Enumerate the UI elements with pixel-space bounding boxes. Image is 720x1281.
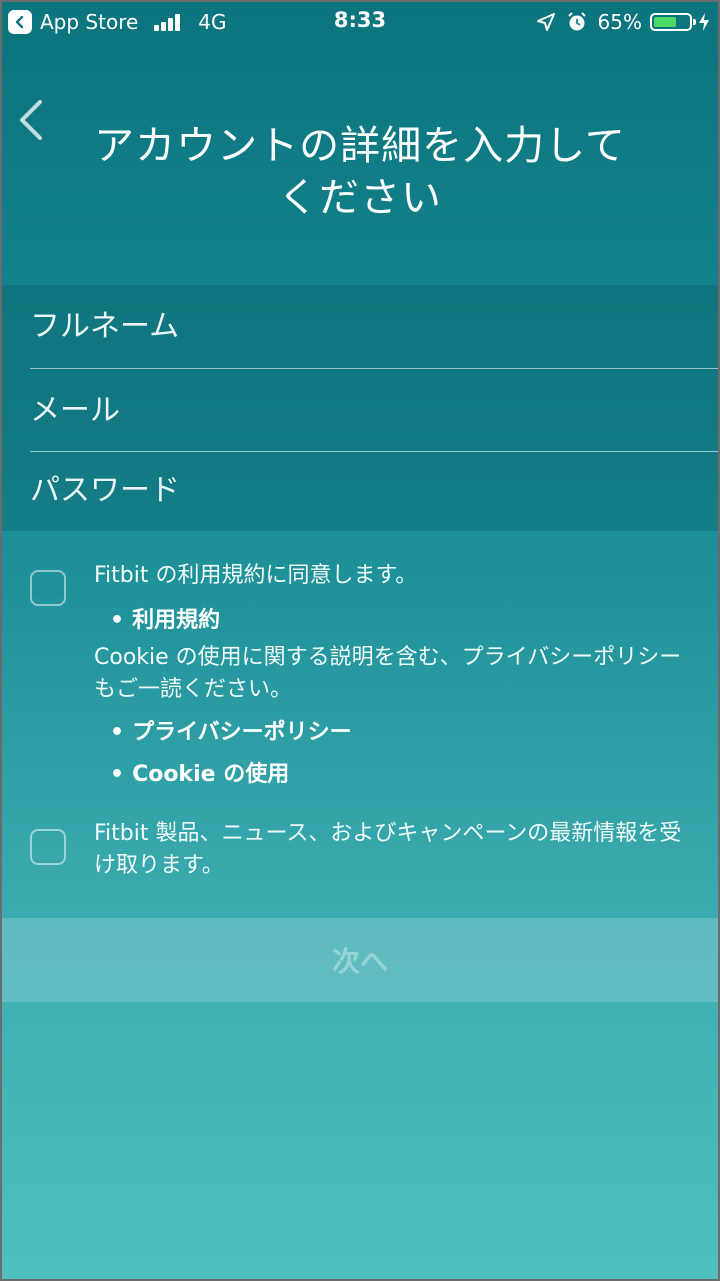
newsletter-checkbox[interactable]	[30, 829, 66, 865]
back-chevron-icon[interactable]	[16, 98, 50, 142]
privacy-policy-link[interactable]: プライバシーポリシー	[110, 714, 352, 746]
battery-icon	[650, 13, 696, 31]
newsletter-text: Fitbit 製品、ニュース、およびキャンペーンの最新情報を受け取ります。	[94, 821, 682, 878]
battery-cap	[693, 19, 696, 25]
next-button[interactable]: 次へ	[2, 918, 718, 1002]
battery-percent: 65%	[597, 10, 642, 34]
fullname-field[interactable]	[30, 285, 718, 367]
status-bar: App Store 4G 8:33 65%	[2, 2, 718, 42]
page-title: アカウントの詳細を入力してください	[94, 123, 626, 221]
terms-text: Fitbit の利用規約に同意します。	[94, 563, 418, 588]
status-bar-right: 65%	[536, 8, 710, 36]
terms-link[interactable]: 利用規約	[110, 602, 220, 634]
alarm-icon	[567, 12, 586, 31]
battery-fill	[654, 17, 677, 27]
email-input[interactable]	[30, 392, 718, 428]
signup-screen: App Store 4G 8:33 65% アカウントの詳細を入力してください	[0, 0, 720, 1281]
account-form	[2, 285, 718, 531]
location-icon	[536, 13, 555, 31]
fullname-input[interactable]	[30, 308, 718, 344]
privacy-text: Cookie の使用に関する説明を含む、プライバシーポリシーもご一読ください。	[94, 645, 682, 702]
password-field[interactable]	[30, 449, 718, 531]
terms-checkbox[interactable]	[30, 570, 66, 606]
password-input[interactable]	[30, 472, 718, 508]
charging-icon	[699, 13, 709, 31]
email-field[interactable]	[30, 369, 718, 451]
cookie-usage-link[interactable]: Cookie の使用	[110, 756, 289, 788]
